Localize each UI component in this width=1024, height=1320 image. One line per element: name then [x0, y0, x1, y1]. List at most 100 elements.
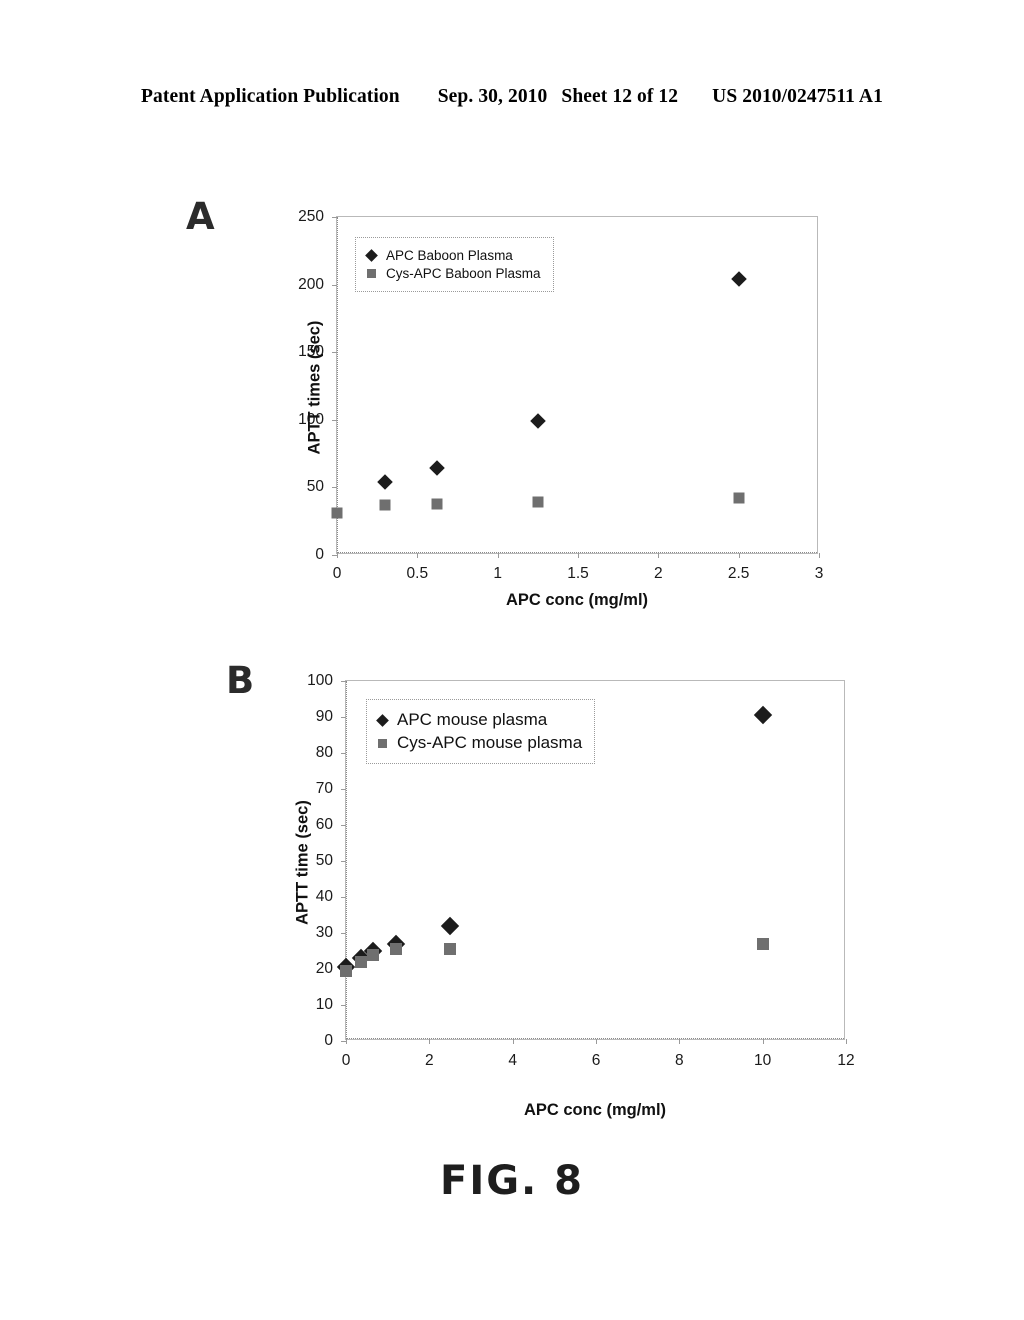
x-tick-label-0: 0	[332, 565, 342, 582]
legend-item-cys-apc-mouse: Cys-APC mouse plasma	[376, 733, 582, 753]
data-point-square-1-1	[354, 955, 367, 968]
x-tick-0	[346, 1039, 347, 1044]
y-tick-label-30: 30	[315, 924, 333, 941]
legend-item-apc-baboon: APC Baboon Plasma	[365, 248, 541, 263]
legend-label-cys-apc-baboon: Cys-APC Baboon Plasma	[386, 266, 541, 281]
legend-b: APC mouse plasma Cys-APC mouse plasma	[366, 699, 596, 764]
y-axis-line-b	[346, 681, 347, 1039]
header-patent-number: US 2010/0247511 A1	[712, 86, 883, 107]
y-tick-150	[332, 352, 337, 354]
legend-item-cys-apc-baboon: Cys-APC Baboon Plasma	[365, 266, 541, 281]
figure-caption: FIG. 8	[440, 1158, 584, 1204]
y-tick-60	[341, 825, 346, 826]
x-axis-title-a: APC conc (mg/ml)	[505, 591, 649, 609]
x-tick-2.5	[738, 553, 740, 558]
x-tick-label-12: 12	[837, 1052, 855, 1069]
data-point-square-1-4	[733, 492, 745, 504]
x-tick-label-3: 3	[814, 565, 824, 582]
legend-item-apc-mouse: APC mouse plasma	[376, 710, 582, 730]
x-tick-label-0.5: 0.5	[406, 565, 429, 582]
header-date: Sep. 30, 2010	[437, 86, 548, 107]
chart-panel-a: 0 50 100 150 200 250 0 0.5 1 1.5 2 2.5 3 APC Baboon …	[0, 195, 1024, 625]
data-point-square-1-2	[367, 948, 380, 961]
x-tick-label-0: 0	[341, 1052, 351, 1069]
x-tick-1.5	[578, 553, 579, 558]
data-point-diamond-0-1	[428, 460, 445, 477]
y-tick-label-100: 100	[307, 672, 333, 689]
x-tick-12	[846, 1039, 847, 1044]
data-point-diamond-0-0	[377, 474, 393, 490]
data-point-square-1-4	[444, 943, 457, 956]
y-tick-label-50: 50	[315, 852, 333, 869]
y-tick-30	[341, 933, 346, 934]
x-tick-1	[497, 553, 499, 558]
legend-a: APC Baboon Plasma Cys-APC Baboon Plasma	[355, 237, 554, 292]
patent-header: Patent Application Publication Sep. 30, …	[0, 86, 1024, 108]
y-tick-label-0: 0	[324, 1032, 333, 1049]
y-tick-label-10: 10	[315, 996, 333, 1013]
x-tick-2	[429, 1039, 431, 1044]
y-tick-100	[341, 681, 346, 682]
data-point-square-1-0	[331, 507, 343, 519]
legend-label-cys-apc-mouse: Cys-APC mouse plasma	[397, 733, 583, 752]
y-axis-title-a: APTT times (sec)	[305, 320, 324, 455]
x-tick-0	[337, 553, 338, 558]
x-tick-label-10: 10	[754, 1052, 772, 1069]
square-marker-icon	[367, 269, 376, 278]
x-tick-10	[762, 1039, 764, 1044]
y-tick-250	[332, 217, 337, 218]
plot-area-a: 0 50 100 150 200 250 0 0.5 1 1.5 2 2.5 3 APC Baboon …	[298, 208, 823, 582]
y-tick-90	[341, 717, 346, 718]
data-point-square-1-5	[756, 937, 769, 950]
x-tick-6	[596, 1039, 597, 1044]
x-axis-line-a	[337, 552, 817, 553]
data-point-square-1-3	[390, 943, 402, 956]
y-tick-label-0: 0	[315, 546, 324, 563]
y-tick-10	[341, 1005, 346, 1006]
data-point-square-1-3	[532, 496, 544, 508]
x-tick-3	[819, 553, 820, 558]
legend-label-apc-mouse: APC mouse plasma	[397, 710, 548, 729]
x-tick-label-2.5: 2.5	[727, 565, 750, 582]
x-tick-2	[658, 553, 660, 558]
data-point-square-1-1	[379, 499, 391, 511]
data-point-square-1-2	[431, 498, 443, 510]
data-point-diamond-0-2	[530, 413, 546, 429]
data-point-diamond-0-5	[753, 705, 772, 725]
y-tick-40	[341, 897, 346, 898]
y-tick-label-40: 40	[315, 888, 333, 905]
header-publication: Patent Application Publication	[141, 86, 400, 107]
x-axis-line-b	[346, 1038, 844, 1039]
y-tick-label-80: 80	[315, 744, 333, 761]
diamond-marker-icon	[376, 713, 389, 727]
x-axis-title-b: APC conc (mg/ml)	[523, 1101, 667, 1119]
y-tick-100	[332, 419, 337, 421]
y-axis-title-b: APTT time (sec)	[293, 800, 312, 925]
plot-area-b: 0 10 20 30 40 50 60 70 80 90 100 0 2 4 6 8 10 12 APC mous…	[307, 672, 855, 1069]
y-tick-label-90: 90	[315, 708, 333, 725]
data-point-square-1-0	[340, 964, 352, 977]
y-tick-80	[341, 753, 346, 754]
x-tick-8	[679, 1039, 681, 1044]
x-tick-label-2: 2	[654, 565, 663, 582]
chart-panel-b: 0 10 20 30 40 50 60 70 80 90 100 0 2 4 6 8 10 12 APC mous…	[0, 660, 1024, 1130]
x-tick-label-1.5: 1.5	[567, 565, 589, 582]
y-tick-label-20: 20	[315, 960, 333, 977]
data-point-diamond-0-4	[440, 916, 460, 935]
x-tick-label-2: 2	[425, 1052, 434, 1069]
x-tick-label-1: 1	[493, 565, 502, 582]
square-marker-icon	[378, 738, 387, 748]
x-tick-label-8: 8	[675, 1052, 684, 1069]
diamond-marker-icon	[365, 249, 378, 262]
legend-label-apc-baboon: APC Baboon Plasma	[386, 248, 513, 263]
header-sheet: Sheet 12 of 12	[561, 86, 679, 107]
x-tick-label-4: 4	[508, 1052, 517, 1069]
y-tick-200	[332, 284, 337, 286]
x-tick-0.5	[417, 553, 419, 558]
y-tick-70	[341, 789, 346, 790]
x-tick-label-6: 6	[591, 1052, 601, 1069]
data-point-diamond-0-3	[730, 271, 747, 287]
y-tick-label-70: 70	[315, 780, 333, 797]
y-tick-label-60: 60	[315, 816, 333, 833]
y-axis-line-a	[337, 217, 338, 553]
